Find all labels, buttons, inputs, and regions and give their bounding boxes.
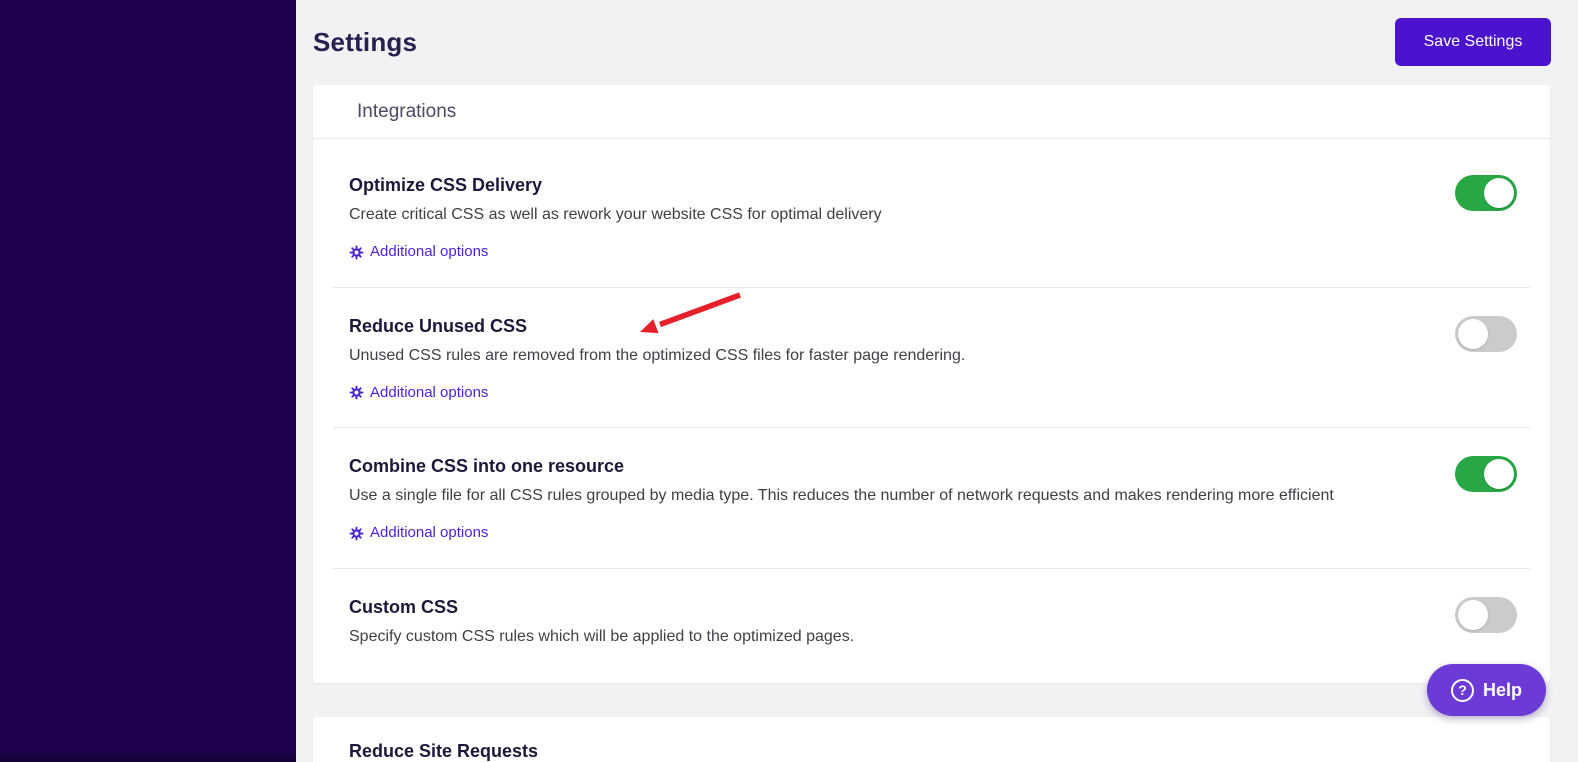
settings-rows: Optimize CSS Delivery Create critical CS…: [313, 139, 1550, 683]
setting-text-block: Custom CSS Specify custom CSS rules whic…: [349, 595, 854, 649]
main-content: Settings Save Settings Integrations Opti…: [296, 0, 1578, 762]
next-section-title: Reduce Site Requests: [349, 740, 539, 761]
setting-title: Custom CSS: [349, 596, 459, 617]
setting-description: Specify custom CSS rules which will be a…: [349, 627, 855, 645]
setting-title: Optimize CSS Delivery: [349, 175, 543, 195]
app-window: Settings Save Settings Integrations Opti…: [0, 0, 1578, 762]
setting-description: Unused CSS rules are removed from the op…: [349, 346, 966, 364]
toggle-optimize-css-delivery[interactable]: [1455, 175, 1517, 211]
gear-icon: [349, 526, 364, 541]
save-settings-button[interactable]: Save Settings: [1395, 18, 1551, 66]
toggle-knob: [1458, 599, 1488, 630]
additional-options-label: Additional options: [370, 383, 489, 401]
sidebar: [0, 0, 296, 762]
toggle-combine-css[interactable]: [1455, 456, 1517, 492]
toggle-custom-css[interactable]: [1455, 596, 1517, 633]
page-title: Settings: [313, 26, 418, 57]
gear-icon: [349, 385, 364, 400]
additional-options-label: Additional options: [370, 243, 489, 260]
setting-description: Use a single file for all CSS rules grou…: [349, 487, 1334, 504]
additional-options-link[interactable]: Additional options: [349, 241, 488, 263]
section-title-integrations: Integrations: [313, 85, 1550, 139]
setting-row-optimize-css-delivery: Optimize CSS Delivery Create critical CS…: [333, 147, 1530, 288]
setting-text-block: Optimize CSS Delivery Create critical CS…: [349, 173, 882, 265]
additional-options-link[interactable]: Additional options: [349, 522, 488, 544]
setting-row-reduce-unused-css: Reduce Unused CSS Unused CSS rules are r…: [333, 288, 1530, 428]
content-area: Integrations Optimize CSS Delivery Creat…: [296, 85, 1578, 762]
setting-text-block: Reduce Unused CSS Unused CSS rules are r…: [349, 314, 965, 406]
next-section-card: Reduce Site Requests: [313, 716, 1550, 762]
setting-row-combine-css: Combine CSS into one resource Use a sing…: [333, 428, 1530, 569]
top-bar: Settings Save Settings: [296, 0, 1578, 85]
additional-options-link[interactable]: Additional options: [349, 382, 488, 404]
toggle-knob: [1484, 178, 1514, 208]
toggle-knob: [1484, 459, 1514, 489]
question-glyph: ?: [1458, 682, 1467, 698]
setting-title: Combine CSS into one resource: [349, 456, 625, 476]
setting-description: Create critical CSS as well as rework yo…: [349, 206, 882, 223]
gear-icon: [349, 245, 364, 260]
additional-options-label: Additional options: [370, 524, 489, 541]
sidebar-footer: [0, 755, 296, 762]
setting-title: Reduce Unused CSS: [349, 315, 528, 336]
help-button[interactable]: ? Help: [1427, 664, 1546, 716]
setting-text-block: Combine CSS into one resource Use a sing…: [349, 454, 1334, 546]
toggle-reduce-unused-css[interactable]: [1455, 315, 1517, 352]
setting-row-custom-css: Custom CSS Specify custom CSS rules whic…: [333, 569, 1530, 679]
question-mark-icon: ?: [1450, 678, 1474, 702]
integrations-card: Integrations Optimize CSS Delivery Creat…: [313, 85, 1550, 683]
help-label: Help: [1482, 679, 1522, 700]
toggle-knob: [1458, 318, 1488, 349]
